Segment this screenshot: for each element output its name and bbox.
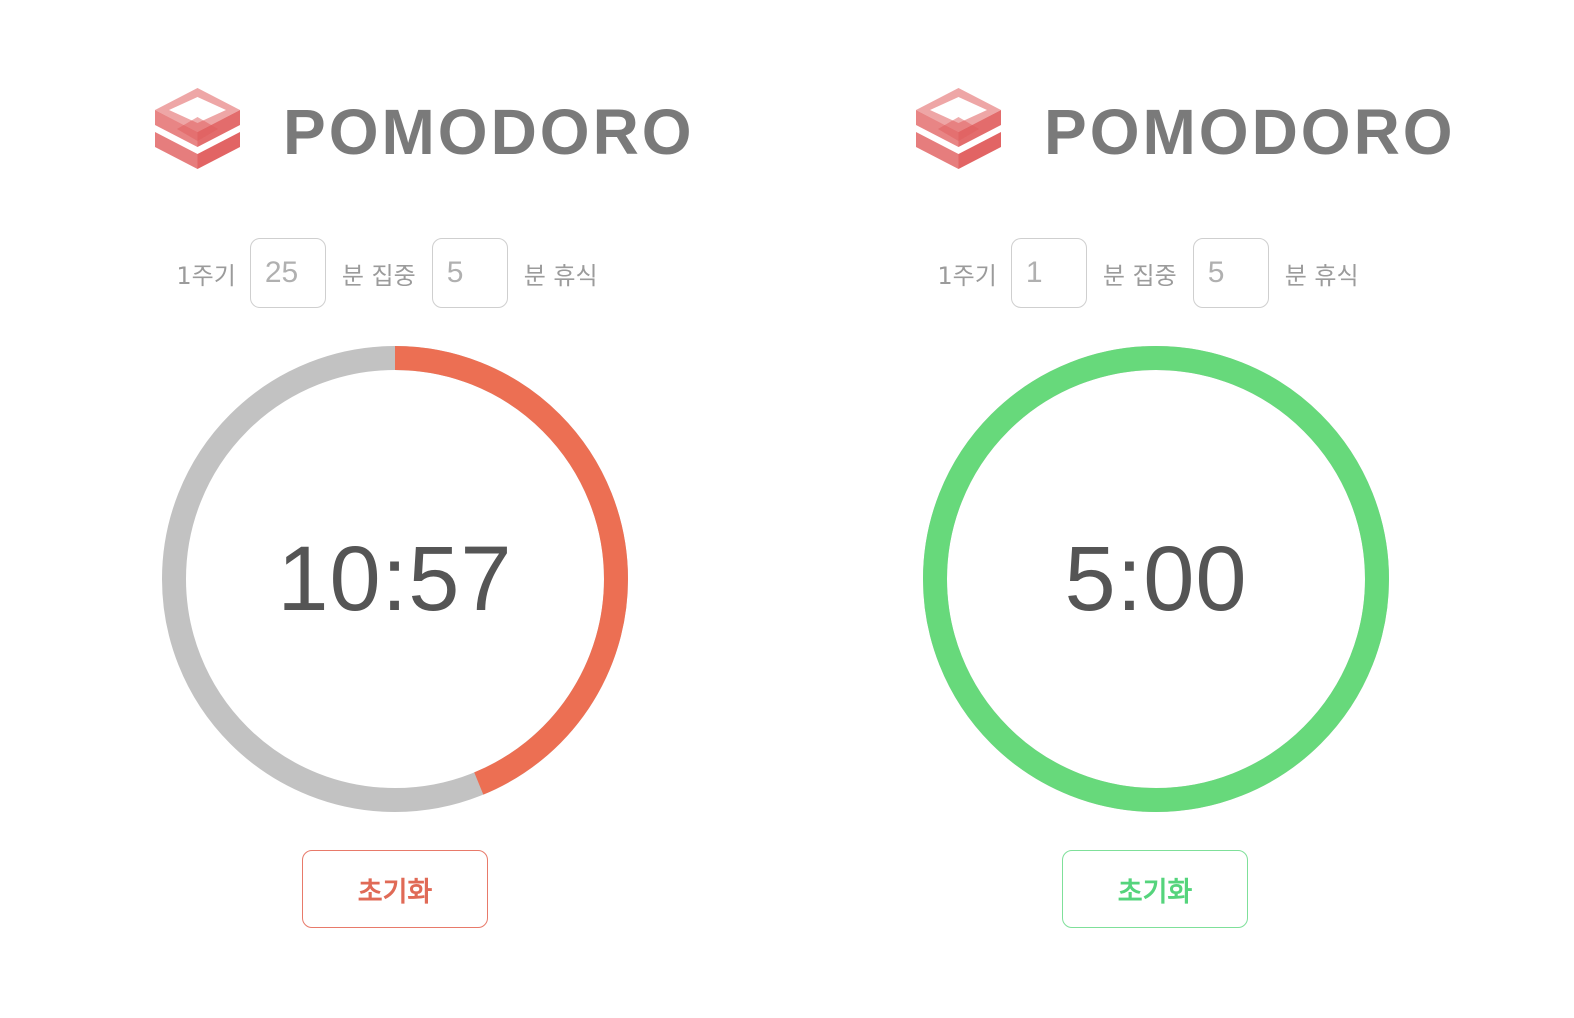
pomodoro-panel-break: POMODORO 1주기 분 집중 분 휴식 5:00 초기화 [776,0,1536,1018]
reset-button[interactable]: 초기화 [1062,850,1248,928]
app-header: POMODORO [15,85,775,180]
cycle-label: 1주기 [176,261,236,290]
timer-display: 5:00 [1064,527,1248,630]
break-minutes-input[interactable] [1192,238,1269,308]
break-unit-label: 분 휴식 [523,261,598,290]
cycle-settings: 1주기 분 집중 분 휴식 [15,237,775,309]
cycle-label: 1주기 [937,261,997,290]
reset-button[interactable]: 초기화 [302,850,488,928]
break-unit-label: 분 휴식 [1284,261,1359,290]
focus-minutes-input[interactable] [1010,238,1087,308]
focus-unit-label: 분 집중 [1102,261,1177,290]
app-header: POMODORO [776,85,1536,180]
brand-title: POMODORO [283,96,695,168]
focus-minutes-input[interactable] [249,238,326,308]
timer-ring: 5:00 [921,344,1391,814]
timer-display: 10:57 [277,527,513,630]
cycle-settings: 1주기 분 집중 분 휴식 [776,237,1536,309]
stacked-cube-logo-icon [155,88,240,169]
timer-ring: 10:57 [160,344,630,814]
focus-unit-label: 분 집중 [341,261,416,290]
stacked-cube-logo-icon [916,88,1001,169]
brand-title: POMODORO [1044,96,1456,168]
pomodoro-panel-focus: POMODORO 1주기 분 집중 분 휴식 10:57 초기화 [15,0,775,1018]
break-minutes-input[interactable] [431,238,508,308]
